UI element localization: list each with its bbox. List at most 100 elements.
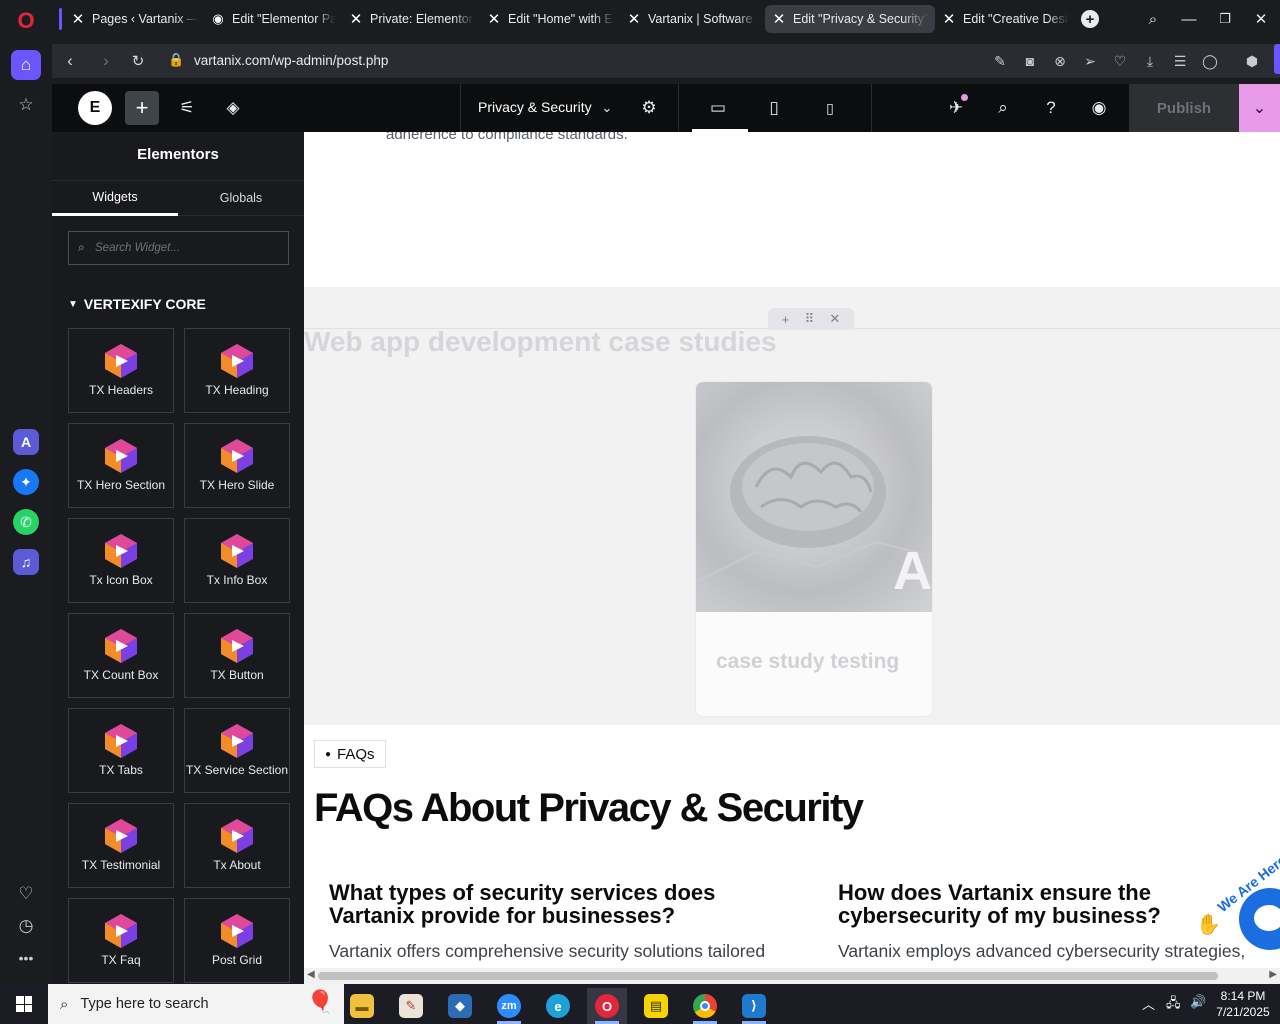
case-studies-section[interactable]: + ⠿ ✕ Web app development case studies A bbox=[304, 287, 1280, 725]
vscode-app-icon[interactable]: ⟩ bbox=[734, 988, 774, 1024]
new-tab-plus-icon[interactable]: + bbox=[1081, 10, 1099, 28]
paint-app-icon[interactable]: ✎ bbox=[391, 988, 431, 1024]
publish-button[interactable]: Publish bbox=[1129, 84, 1239, 132]
zoom-app-icon[interactable]: zm bbox=[489, 988, 529, 1024]
start-button[interactable] bbox=[0, 984, 48, 1024]
section-handle[interactable]: + ⠿ ✕ bbox=[768, 308, 854, 330]
delete-section-close-icon[interactable]: ✕ bbox=[829, 311, 840, 327]
easy-setup-icon[interactable]: ☰ bbox=[1170, 51, 1190, 71]
star-icon[interactable]: ☆ bbox=[11, 90, 41, 120]
home-icon[interactable]: ⌂ bbox=[11, 50, 41, 80]
desktop-device-icon[interactable]: ▭ bbox=[706, 96, 730, 120]
back-icon[interactable]: ‹ bbox=[58, 49, 82, 73]
widget-tx-icon-box[interactable]: Tx Icon Box bbox=[68, 518, 174, 603]
category-vertexify-core[interactable]: ▼ VERTEXIFY CORE bbox=[68, 296, 206, 312]
search-widget-input[interactable] bbox=[95, 238, 281, 258]
restore-icon[interactable]: ❐ bbox=[1210, 6, 1240, 32]
page-title[interactable]: Privacy & Security bbox=[478, 99, 592, 115]
tab-widgets[interactable]: Widgets bbox=[52, 181, 178, 216]
widget-tx-count-box[interactable]: TX Count Box bbox=[68, 613, 174, 698]
opera-logo-icon[interactable]: O bbox=[11, 6, 41, 36]
help-icon[interactable]: ? bbox=[1039, 96, 1063, 120]
widget-tx-info-box[interactable]: Tx Info Box bbox=[184, 518, 290, 603]
widget-post-grid[interactable]: Post Grid bbox=[184, 898, 290, 983]
taskbar-clock[interactable]: 8:14 PM 7/21/2025 bbox=[1210, 988, 1276, 1020]
music-player-icon[interactable]: ♫ bbox=[13, 549, 39, 575]
case-study-card-title[interactable]: case study testing bbox=[716, 650, 899, 674]
scroll-left-icon[interactable]: ◀ bbox=[307, 969, 315, 980]
case-study-card[interactable]: A case study testing bbox=[695, 381, 933, 717]
faq-answer-2[interactable]: Vartanix employs advanced cybersecurity … bbox=[838, 941, 1278, 962]
scroll-right-icon[interactable]: ▶ bbox=[1269, 969, 1277, 980]
add-element-button[interactable]: + bbox=[125, 91, 159, 125]
download-icon[interactable]: ⤓ bbox=[1140, 51, 1160, 71]
send-icon[interactable]: ➢ bbox=[1080, 51, 1100, 71]
whatsapp-icon[interactable]: ✆ bbox=[13, 509, 39, 535]
editor-canvas[interactable]: adherence to compliance standards. + ⠿ ✕… bbox=[304, 132, 1280, 968]
adblock-icon[interactable]: ⊗ bbox=[1050, 51, 1070, 71]
tab-private-elementor-page[interactable]: ✕Private: Elementor Page bbox=[342, 5, 480, 33]
site-settings-sliders-icon[interactable]: ⚟ bbox=[175, 96, 199, 120]
case-studies-heading[interactable]: Web app development case studies bbox=[304, 326, 777, 358]
sketchup-app-icon[interactable]: ◆ bbox=[440, 988, 480, 1024]
widget-tx-about[interactable]: Tx About bbox=[184, 803, 290, 888]
finder-search-icon[interactable]: ⌕ bbox=[991, 96, 1015, 120]
widget-tx-faq[interactable]: TX Faq bbox=[68, 898, 174, 983]
edit-page-icon[interactable]: ✎ bbox=[990, 51, 1010, 71]
tab-edit-home[interactable]: ✕Edit "Home" with Elementor bbox=[480, 5, 620, 33]
file-explorer-icon[interactable]: ▬ bbox=[342, 988, 382, 1024]
network-icon[interactable]: 🖧 bbox=[1166, 994, 1181, 1016]
widget-tx-tabs[interactable]: TX Tabs bbox=[68, 708, 174, 793]
widget-tx-button[interactable]: TX Button bbox=[184, 613, 290, 698]
bookmark-heart-icon[interactable]: ♡ bbox=[1110, 51, 1130, 71]
page-settings-gear-icon[interactable]: ⚙ bbox=[637, 96, 661, 120]
widget-tx-headers[interactable]: TX Headers bbox=[68, 328, 174, 413]
forward-icon[interactable]: › bbox=[94, 49, 118, 73]
tab-pages[interactable]: ✕Pages ‹ Vartanix — WordPress bbox=[64, 5, 204, 33]
faq-answer-1[interactable]: Vartanix offers comprehensive security s… bbox=[329, 941, 799, 962]
widget-tx-service-section[interactable]: TX Service Section bbox=[184, 708, 290, 793]
search-tabs-icon[interactable]: ⌕ bbox=[1138, 6, 1168, 32]
chrome-app-icon[interactable] bbox=[685, 988, 725, 1024]
extensions-cube-icon[interactable]: ⬢ bbox=[1242, 51, 1262, 71]
heart-icon[interactable]: ♡ bbox=[11, 879, 41, 909]
history-icon[interactable]: ◷ bbox=[11, 911, 41, 941]
elementor-logo-icon[interactable]: E bbox=[78, 91, 112, 125]
aria-ai-icon[interactable]: A bbox=[13, 429, 39, 455]
drag-handle-icon[interactable]: ⠿ bbox=[805, 311, 815, 327]
preview-eye-icon[interactable]: ◉ bbox=[1087, 96, 1111, 120]
faq-heading[interactable]: FAQs About Privacy & Security bbox=[314, 786, 864, 831]
faq-question-1[interactable]: What types of security services does Var… bbox=[329, 881, 769, 927]
tablet-device-icon[interactable]: ▯ bbox=[762, 96, 786, 120]
snapshot-camera-icon[interactable]: ◙ bbox=[1020, 51, 1040, 71]
minimize-icon[interactable]: — bbox=[1174, 6, 1204, 32]
add-section-plus-icon[interactable]: + bbox=[782, 312, 790, 327]
scrollbar-thumb[interactable] bbox=[318, 972, 1218, 980]
tab-edit-elementor-page[interactable]: ◉Edit "Elementor Page" bbox=[204, 5, 342, 33]
volume-icon[interactable]: 🔊 bbox=[1190, 994, 1206, 1010]
tray-overflow-chevron-icon[interactable]: ︿ bbox=[1142, 994, 1155, 1013]
publish-options-chevron-icon[interactable]: ⌄ bbox=[1239, 84, 1280, 132]
sticky-notes-app-icon[interactable]: ▤ bbox=[636, 988, 676, 1024]
tab-edit-creative-design[interactable]: ✕Edit "Creative Design" bbox=[935, 5, 1075, 33]
widget-tx-hero-section[interactable]: TX Hero Section bbox=[68, 423, 174, 508]
more-icon[interactable]: ••• bbox=[11, 943, 41, 973]
url-text[interactable]: vartanix.com/wp-admin/post.php bbox=[194, 53, 388, 68]
tab-globals[interactable]: Globals bbox=[178, 181, 304, 215]
edge-app-icon[interactable]: e bbox=[538, 988, 578, 1024]
faq-tag[interactable]: ● FAQs bbox=[314, 740, 386, 768]
chevron-down-icon[interactable]: ⌄ bbox=[595, 96, 619, 120]
widget-tx-heading[interactable]: TX Heading bbox=[184, 328, 290, 413]
messenger-icon[interactable]: ✦ bbox=[13, 469, 39, 495]
tab-edit-privacy-security[interactable]: ✕Edit "Privacy & Security" with Elemento… bbox=[765, 5, 935, 33]
profile-icon[interactable]: ◯ bbox=[1200, 51, 1220, 71]
widget-tx-hero-slide[interactable]: TX Hero Slide bbox=[184, 423, 290, 508]
horizontal-scrollbar[interactable]: ◀ ▶ bbox=[304, 968, 1280, 984]
widget-tx-testimonial[interactable]: TX Testimonial bbox=[68, 803, 174, 888]
taskbar-search-box[interactable]: ⌕ Type here to search 🎈 bbox=[48, 984, 344, 1024]
close-icon[interactable]: ✕ bbox=[1246, 6, 1276, 32]
mobile-device-icon[interactable]: ▯ bbox=[818, 96, 842, 120]
reload-icon[interactable]: ↻ bbox=[126, 49, 150, 73]
opera-app-icon[interactable]: O bbox=[587, 988, 627, 1024]
tab-vartanix-software[interactable]: ✕Vartanix | Software Development bbox=[620, 5, 764, 33]
